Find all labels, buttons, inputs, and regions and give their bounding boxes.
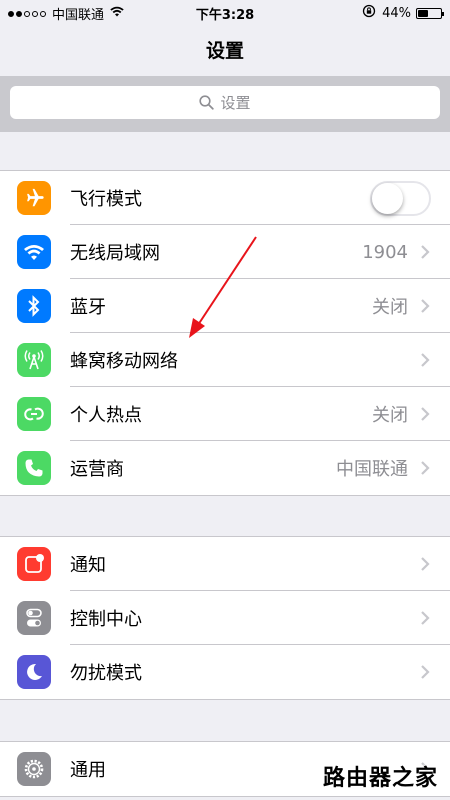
- settings-row-personal-hotspot[interactable]: 个人热点 关闭: [0, 387, 450, 441]
- airplane-icon: [17, 181, 51, 215]
- chevron-right-icon: [421, 665, 430, 679]
- chevron-right-icon: [421, 461, 430, 475]
- row-label: 勿扰模式: [70, 663, 142, 684]
- notification-icon: [17, 547, 51, 581]
- row-label: 个人热点: [70, 405, 142, 426]
- settings-row-bluetooth[interactable]: 蓝牙 关闭: [0, 279, 450, 333]
- settings-row-airplane-mode[interactable]: 飞行模式: [0, 171, 450, 225]
- bluetooth-icon: [17, 289, 51, 323]
- rotation-lock-icon: [362, 4, 376, 22]
- chevron-right-icon: [421, 299, 430, 313]
- watermark: 路由器之家: [322, 766, 438, 791]
- row-value: 1904: [362, 241, 408, 263]
- search-placeholder: 设置: [220, 94, 251, 112]
- airplane-mode-toggle[interactable]: [370, 181, 431, 216]
- search-icon: [199, 95, 215, 110]
- settings-row-carrier[interactable]: 运营商 中国联通: [0, 441, 450, 495]
- search-bar-area: 设置: [0, 76, 450, 132]
- row-label: 通知: [70, 555, 106, 576]
- battery-percent: 44%: [382, 5, 411, 21]
- row-label: 运营商: [70, 459, 124, 480]
- row-label: 控制中心: [70, 609, 142, 630]
- row-label: 无线局域网: [70, 243, 160, 264]
- status-bar: 中国联通 下午3:28 44%: [0, 0, 450, 26]
- wifi-icon: [17, 235, 51, 269]
- chevron-right-icon: [421, 611, 430, 625]
- row-value: 中国联通: [336, 459, 408, 480]
- chevron-right-icon: [421, 353, 430, 367]
- control-center-icon: [17, 601, 51, 635]
- chevron-right-icon: [421, 245, 430, 259]
- cellular-icon: [17, 343, 51, 377]
- row-value: 关闭: [372, 405, 408, 426]
- row-label: 通用: [70, 760, 106, 781]
- settings-row-control-center[interactable]: 控制中心: [0, 591, 450, 645]
- moon-icon: [17, 655, 51, 689]
- settings-row-notifications[interactable]: 通知: [0, 537, 450, 591]
- phone-icon: [17, 451, 51, 485]
- settings-row-wlan[interactable]: 无线局域网 1904: [0, 225, 450, 279]
- row-label: 飞行模式: [70, 189, 142, 210]
- search-input[interactable]: 设置: [10, 86, 440, 119]
- battery-icon: [416, 7, 444, 19]
- gear-icon: [17, 752, 51, 786]
- hotspot-icon: [17, 397, 51, 431]
- toggle-knob: [372, 183, 403, 214]
- chevron-right-icon: [421, 557, 430, 571]
- settings-row-do-not-disturb[interactable]: 勿扰模式: [0, 645, 450, 699]
- row-label: 蜂窝移动网络: [70, 351, 178, 372]
- row-label: 蓝牙: [70, 297, 106, 318]
- page-title: 设置: [205, 40, 244, 62]
- settings-group-connectivity: 飞行模式 无线局域网 1904 蓝牙 关闭 蜂窝移动网络 个人热点 关闭 运营商…: [0, 170, 450, 496]
- settings-group-notifications: 通知 控制中心 勿扰模式: [0, 536, 450, 700]
- chevron-right-icon: [421, 407, 430, 421]
- row-value: 关闭: [372, 297, 408, 318]
- settings-row-cellular[interactable]: 蜂窝移动网络: [0, 333, 450, 387]
